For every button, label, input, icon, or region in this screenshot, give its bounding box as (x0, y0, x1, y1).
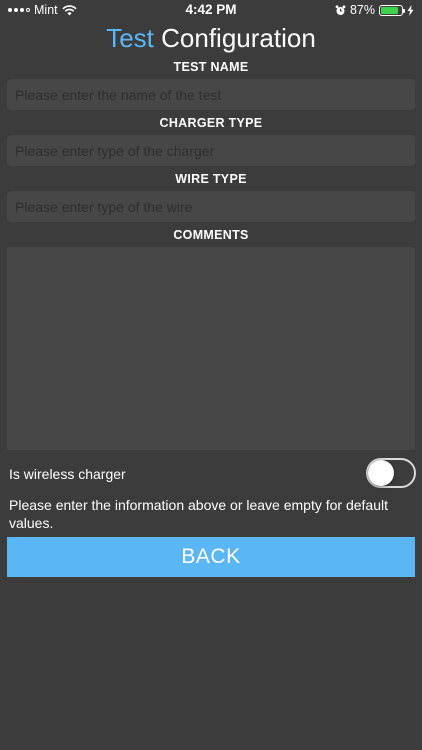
comments-label: COMMENTS (173, 228, 249, 242)
charger-type-label: CHARGER TYPE (159, 116, 263, 130)
battery-fill (381, 6, 399, 14)
page-title: Test Configuration (0, 22, 422, 54)
test-name-label: TEST NAME (173, 60, 249, 74)
toggle-knob (368, 460, 394, 486)
battery-icon (379, 4, 405, 16)
wireless-label: Is wireless charger (9, 466, 126, 482)
test-name-input[interactable] (7, 79, 415, 110)
page-title-rest: Configuration (161, 23, 316, 53)
wireless-row: Is wireless charger (0, 452, 422, 494)
wireless-toggle[interactable] (366, 458, 416, 488)
alarm-icon (335, 4, 346, 15)
charger-type-input[interactable] (7, 135, 415, 166)
wire-type-label: WIRE TYPE (175, 172, 247, 186)
info-text: Please enter the information above or le… (9, 497, 388, 531)
comments-textarea[interactable] (7, 247, 415, 450)
wire-type-input[interactable] (7, 191, 415, 222)
charging-bolt-icon (407, 4, 414, 16)
status-bar: Mint 4:42 PM 87% (0, 0, 422, 22)
page-title-accent: Test (106, 23, 154, 53)
status-right: 87% (335, 3, 414, 17)
back-button[interactable]: BACK (7, 537, 415, 577)
battery-percent: 87% (349, 3, 375, 17)
